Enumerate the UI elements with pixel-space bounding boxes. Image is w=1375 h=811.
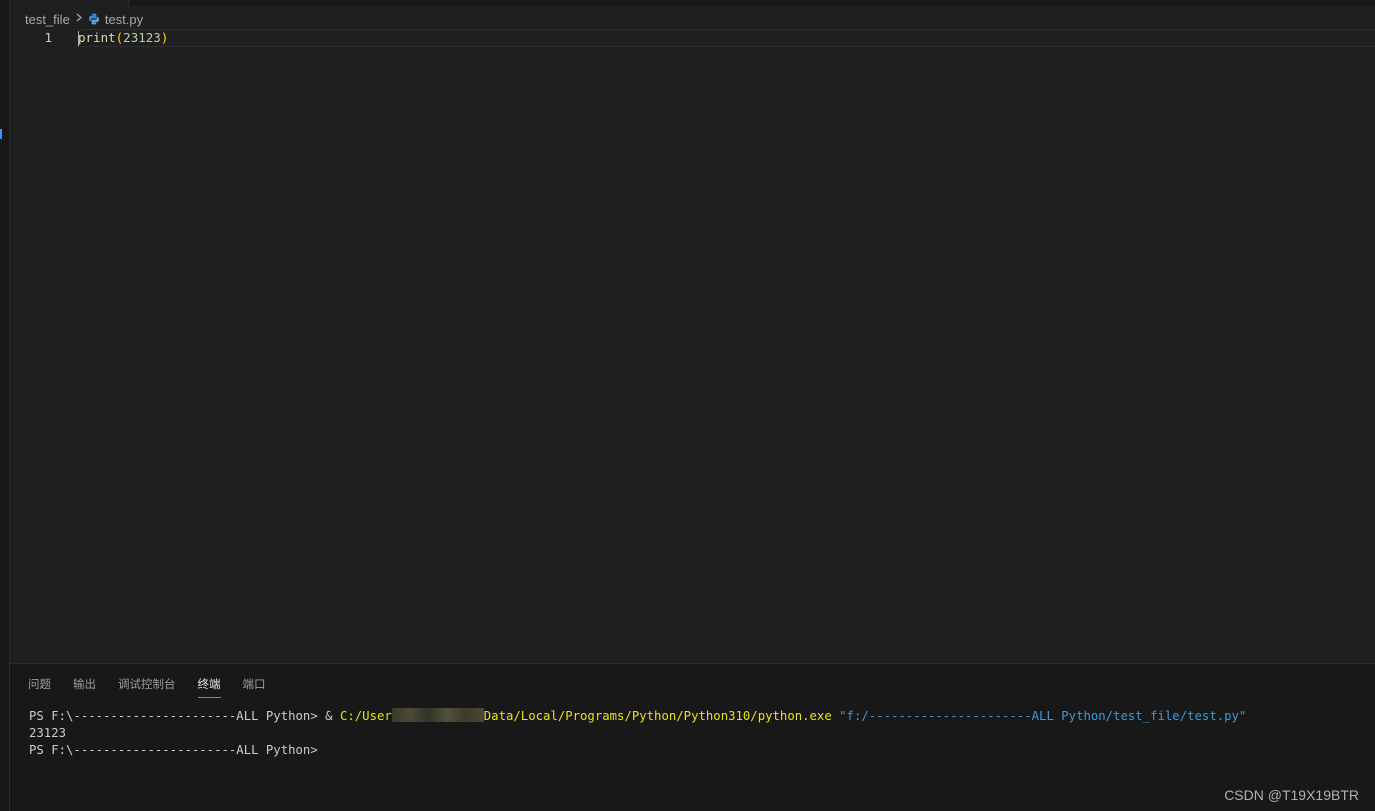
editor-tab-active[interactable] — [10, 0, 129, 6]
terminal-line-output: 23123 — [29, 726, 67, 740]
breadcrumb: test_file test.py — [25, 10, 143, 28]
code-token-number: 23123 — [123, 30, 161, 45]
terminal-ampersand: & — [325, 709, 340, 723]
code-token-paren-close: ) — [160, 30, 169, 45]
terminal-prompt: PS F:\----------------------ALL Python> — [29, 709, 326, 723]
tab-problems[interactable]: 问题 — [28, 676, 51, 698]
code-line[interactable]: print(23123) — [78, 30, 168, 45]
tab-terminal[interactable]: 终端 — [197, 676, 221, 698]
line-number: 1 — [44, 30, 52, 45]
terminal-script-arg: "f:/----------------------ALL Python/tes… — [839, 709, 1247, 723]
python-icon — [88, 13, 100, 25]
editor-tab-strip — [10, 0, 1375, 6]
terminal-output[interactable]: PS F:\----------------------ALL Python> … — [29, 708, 1246, 759]
terminal-exe-path-start: C:/User — [339, 709, 392, 723]
breadcrumb-folder[interactable]: test_file — [25, 12, 70, 27]
terminal-exe-path-end: Data/Local/Programs/Python/Python310/pyt… — [483, 709, 832, 723]
tab-debug-console[interactable]: 调试控制台 — [118, 676, 176, 698]
terminal-line-command: PS F:\----------------------ALL Python> … — [29, 708, 1246, 725]
watermark: CSDN @T19X19BTR — [1224, 787, 1359, 803]
current-line-highlight — [76, 29, 1375, 47]
tab-ports[interactable]: 端口 — [243, 676, 266, 698]
panel-tabs: 问题 输出 调试控制台 终端 端口 — [28, 676, 288, 698]
text-cursor — [78, 31, 79, 46]
activity-bar — [0, 0, 10, 811]
breadcrumb-file[interactable]: test.py — [105, 12, 143, 27]
vscode-window: test_file test.py 1 print(23123) 问题 输出 调… — [0, 0, 1375, 811]
code-editor[interactable]: 1 print(23123) — [10, 29, 1375, 663]
tab-output[interactable]: 输出 — [73, 676, 96, 698]
chevron-right-icon — [76, 13, 82, 25]
code-token-function: print — [78, 30, 116, 45]
activity-marker — [0, 129, 2, 139]
redacted-blur — [391, 708, 484, 722]
bottom-panel: 问题 输出 调试控制台 终端 端口 PS F:\----------------… — [10, 663, 1375, 811]
terminal-line-prompt: PS F:\----------------------ALL Python> — [29, 743, 318, 757]
